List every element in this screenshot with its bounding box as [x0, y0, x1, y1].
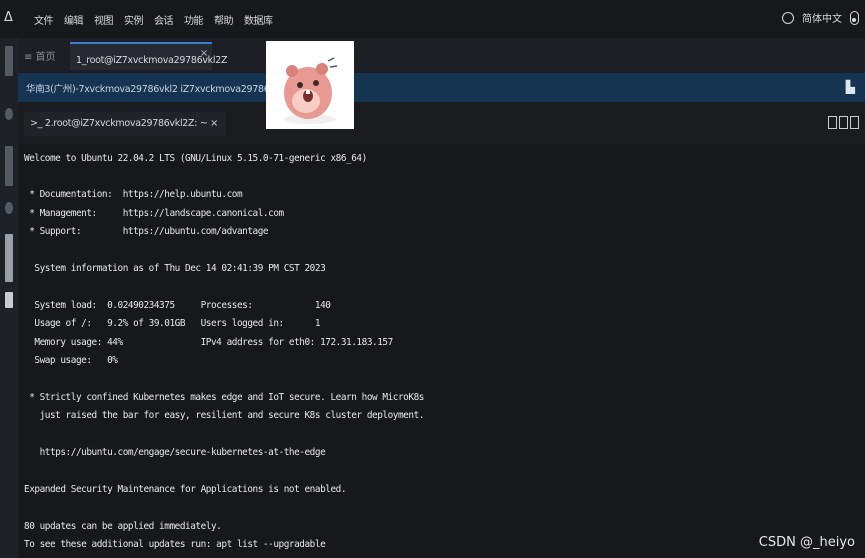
- terminal-output[interactable]: Welcome to Ubuntu 22.04.2 LTS (GNU/Linux…: [18, 144, 865, 558]
- theme-toggle-icon[interactable]: [850, 10, 859, 25]
- watermark: CSDN @_heiyo: [758, 535, 855, 550]
- menu-file[interactable]: 文件: [34, 12, 54, 27]
- terminal-line: Usage of /: 9.2% of 39.01GB Users logged…: [24, 318, 321, 329]
- terminal-tab[interactable]: >_ 2.root@iZ7xvckmova29786vkl2Z: ~ ×: [24, 112, 226, 136]
- terminal-line: Memory usage: 44% IPv4 address for eth0:…: [24, 337, 393, 348]
- terminal-line: Welcome to Ubuntu 22.04.2 LTS (GNU/Linux…: [24, 153, 367, 164]
- terminal-line: System load: 0.02490234375 Processes: 14…: [24, 300, 331, 311]
- left-sidebar: [0, 38, 19, 558]
- split-vertical-icon[interactable]: [839, 116, 848, 129]
- terminal-tab-label: >_ 2.root@iZ7xvckmova29786vkl2Z: ~: [30, 118, 208, 129]
- split-grid-icon[interactable]: [850, 116, 859, 129]
- terminal-line: To see these additional updates run: apt…: [24, 539, 326, 550]
- menu-view[interactable]: 视图: [94, 12, 114, 27]
- menu-function[interactable]: 功能: [184, 12, 204, 27]
- terminal-line: * Documentation: https://help.ubuntu.com: [24, 189, 243, 200]
- language-selector[interactable]: 简体中文: [802, 10, 842, 25]
- tab-row: ≡ 首页 1_root@iZ7xvckmova29786vkl2Z ×: [18, 38, 865, 73]
- sidebar-icon-6[interactable]: [5, 292, 13, 308]
- main-menu: 文件 编辑 视图 实例 会话 功能 帮助 数据库: [34, 12, 273, 27]
- menu-database[interactable]: 数据库: [244, 12, 273, 27]
- close-terminal-tab-icon[interactable]: ×: [210, 118, 218, 129]
- menu-edit[interactable]: 编辑: [64, 12, 84, 27]
- tab-active-session[interactable]: 1_root@iZ7xvckmova29786vkl2Z ×: [70, 42, 227, 70]
- layout-icons: [828, 116, 859, 129]
- app-logo: Δ: [4, 10, 13, 25]
- terminal-line: * Management: https://landscape.canonica…: [24, 208, 284, 219]
- close-tab-icon[interactable]: ×: [200, 48, 208, 59]
- terminal-line: Expanded Security Maintenance for Applic…: [24, 484, 347, 495]
- terminal-line: System information as of Thu Dec 14 02:4…: [24, 263, 326, 274]
- menu-help[interactable]: 帮助: [214, 12, 234, 27]
- session-bar: 华南3(广州)-7xvckmova29786vkl2 iZ7xvckmova29…: [18, 73, 865, 102]
- menu-session[interactable]: 会话: [154, 12, 174, 27]
- terminal-line: Swap usage: 0%: [24, 355, 118, 366]
- menu-bar: Δ 文件 编辑 视图 实例 会话 功能 帮助 数据库 简体中文: [0, 0, 865, 39]
- beaver-illustration: [284, 57, 338, 124]
- terminal-line: 80 updates can be applied immediately.: [24, 521, 222, 532]
- sidebar-icon-1[interactable]: [5, 46, 13, 76]
- sidebar-icon-2[interactable]: [5, 108, 13, 120]
- globe-icon[interactable]: [782, 11, 794, 24]
- terminal-line: https://ubuntu.com/engage/secure-kuberne…: [24, 447, 326, 458]
- sftp-icon[interactable]: ▙: [846, 80, 855, 94]
- home-tab-label: ≡ 首页: [24, 52, 56, 63]
- menu-right: 简体中文: [782, 10, 859, 25]
- sidebar-icon-4[interactable]: [5, 202, 13, 214]
- menu-instance[interactable]: 实例: [124, 12, 144, 27]
- split-horizontal-icon[interactable]: [828, 116, 837, 129]
- tab-home[interactable]: ≡ 首页: [24, 48, 56, 63]
- terminal-line: just raised the bar for easy, resilient …: [24, 410, 425, 421]
- terminal-tab-row: >_ 2.root@iZ7xvckmova29786vkl2Z: ~ ×: [18, 102, 865, 144]
- terminal-line: * Strictly confined Kubernetes makes edg…: [24, 392, 424, 403]
- terminal-line: * Support: https://ubuntu.com/advantage: [24, 226, 269, 237]
- beaver-sticker-image: [266, 41, 354, 129]
- sidebar-icon-3[interactable]: [5, 146, 13, 186]
- sidebar-icon-5[interactable]: [5, 234, 13, 282]
